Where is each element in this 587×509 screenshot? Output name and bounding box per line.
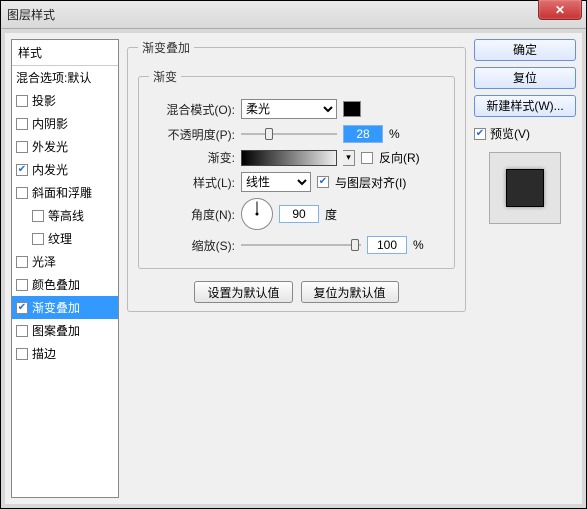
style-item-6[interactable]: 纹理 xyxy=(12,227,118,250)
angle-unit: 度 xyxy=(325,206,337,223)
style-label: 内发光 xyxy=(32,161,68,178)
align-checkbox[interactable] xyxy=(317,176,329,188)
style-checkbox[interactable] xyxy=(16,141,28,153)
cancel-button[interactable]: 复位 xyxy=(474,67,576,89)
style-checkbox[interactable] xyxy=(16,325,28,337)
style-label: 图案叠加 xyxy=(32,322,80,339)
styles-header[interactable]: 样式 xyxy=(12,40,118,66)
blend-mode-select[interactable]: 柔光 xyxy=(241,99,337,119)
styles-list: 样式 混合选项:默认 投影内阴影外发光内发光斜面和浮雕等高线纹理光泽颜色叠加渐变… xyxy=(11,39,119,498)
style-label: 外发光 xyxy=(32,138,68,155)
preview-checkbox[interactable] xyxy=(474,128,486,140)
style-label: 内阴影 xyxy=(32,115,68,132)
blend-color-swatch[interactable] xyxy=(343,101,361,117)
close-button[interactable]: ✕ xyxy=(538,0,582,20)
scale-slider[interactable] xyxy=(241,238,361,252)
ok-button[interactable]: 确定 xyxy=(474,39,576,61)
close-icon: ✕ xyxy=(555,3,565,17)
style-checkbox[interactable] xyxy=(16,348,28,360)
opacity-label: 不透明度(P): xyxy=(149,126,235,143)
style-checkbox[interactable] xyxy=(16,164,28,176)
style-item-3[interactable]: 内发光 xyxy=(12,158,118,181)
style-item-4[interactable]: 斜面和浮雕 xyxy=(12,181,118,204)
style-checkbox[interactable] xyxy=(16,302,28,314)
reverse-checkbox[interactable] xyxy=(361,152,373,164)
style-item-9[interactable]: 渐变叠加 xyxy=(12,296,118,319)
set-default-button[interactable]: 设置为默认值 xyxy=(194,281,292,303)
scale-input[interactable] xyxy=(367,236,407,254)
opacity-unit: % xyxy=(389,127,400,141)
right-panel: 确定 复位 新建样式(W)... 预览(V) xyxy=(474,39,576,498)
style-checkbox[interactable] xyxy=(16,95,28,107)
scale-unit: % xyxy=(413,238,424,252)
style-label: 等高线 xyxy=(48,207,84,224)
gradient-legend: 渐变 xyxy=(149,68,181,85)
style-label: 斜面和浮雕 xyxy=(32,184,92,201)
style-item-8[interactable]: 颜色叠加 xyxy=(12,273,118,296)
group-title: 渐变叠加 xyxy=(138,39,194,56)
scale-label: 缩放(S): xyxy=(149,237,235,254)
style-label: 光泽 xyxy=(32,253,56,270)
blend-options-header[interactable]: 混合选项:默认 xyxy=(12,66,118,89)
angle-input[interactable] xyxy=(279,205,319,223)
angle-dial[interactable] xyxy=(241,198,273,230)
style-label: 样式(L): xyxy=(149,174,235,191)
new-style-button[interactable]: 新建样式(W)... xyxy=(474,95,576,117)
style-item-7[interactable]: 光泽 xyxy=(12,250,118,273)
gradient-dropdown[interactable]: ▾ xyxy=(343,150,355,166)
settings-panel: 渐变叠加 渐变 混合模式(O): 柔光 不透明度(P): xyxy=(127,39,466,498)
style-item-5[interactable]: 等高线 xyxy=(12,204,118,227)
style-label: 描边 xyxy=(32,345,56,362)
reset-default-button[interactable]: 复位为默认值 xyxy=(301,281,399,303)
opacity-slider[interactable] xyxy=(241,127,337,141)
gradient-label: 渐变: xyxy=(149,149,235,166)
opacity-input[interactable] xyxy=(343,125,383,143)
align-label: 与图层对齐(I) xyxy=(335,174,406,191)
dialog-body: 样式 混合选项:默认 投影内阴影外发光内发光斜面和浮雕等高线纹理光泽颜色叠加渐变… xyxy=(1,29,586,508)
style-checkbox[interactable] xyxy=(32,210,44,222)
style-checkbox[interactable] xyxy=(16,256,28,268)
style-item-10[interactable]: 图案叠加 xyxy=(12,319,118,342)
gradient-group: 渐变 混合模式(O): 柔光 不透明度(P): % xyxy=(138,68,455,269)
style-item-0[interactable]: 投影 xyxy=(12,89,118,112)
style-select[interactable]: 线性 xyxy=(241,172,311,192)
style-label: 渐变叠加 xyxy=(32,299,80,316)
blend-mode-label: 混合模式(O): xyxy=(149,101,235,118)
style-checkbox[interactable] xyxy=(16,279,28,291)
preview-box xyxy=(489,152,561,224)
style-item-2[interactable]: 外发光 xyxy=(12,135,118,158)
style-item-1[interactable]: 内阴影 xyxy=(12,112,118,135)
preview-swatch xyxy=(506,169,544,207)
gradient-picker[interactable] xyxy=(241,150,337,166)
style-item-11[interactable]: 描边 xyxy=(12,342,118,365)
style-label: 纹理 xyxy=(48,230,72,247)
gradient-overlay-group: 渐变叠加 渐变 混合模式(O): 柔光 不透明度(P): xyxy=(127,39,466,312)
style-checkbox[interactable] xyxy=(16,187,28,199)
style-label: 投影 xyxy=(32,92,56,109)
style-checkbox[interactable] xyxy=(32,233,44,245)
angle-label: 角度(N): xyxy=(149,206,235,223)
reverse-label: 反向(R) xyxy=(379,149,420,166)
layer-style-dialog: 图层样式 ✕ 样式 混合选项:默认 投影内阴影外发光内发光斜面和浮雕等高线纹理光… xyxy=(0,0,587,509)
style-checkbox[interactable] xyxy=(16,118,28,130)
window-title: 图层样式 xyxy=(7,6,580,23)
preview-label: 预览(V) xyxy=(490,125,530,142)
titlebar[interactable]: 图层样式 ✕ xyxy=(1,1,586,29)
style-label: 颜色叠加 xyxy=(32,276,80,293)
